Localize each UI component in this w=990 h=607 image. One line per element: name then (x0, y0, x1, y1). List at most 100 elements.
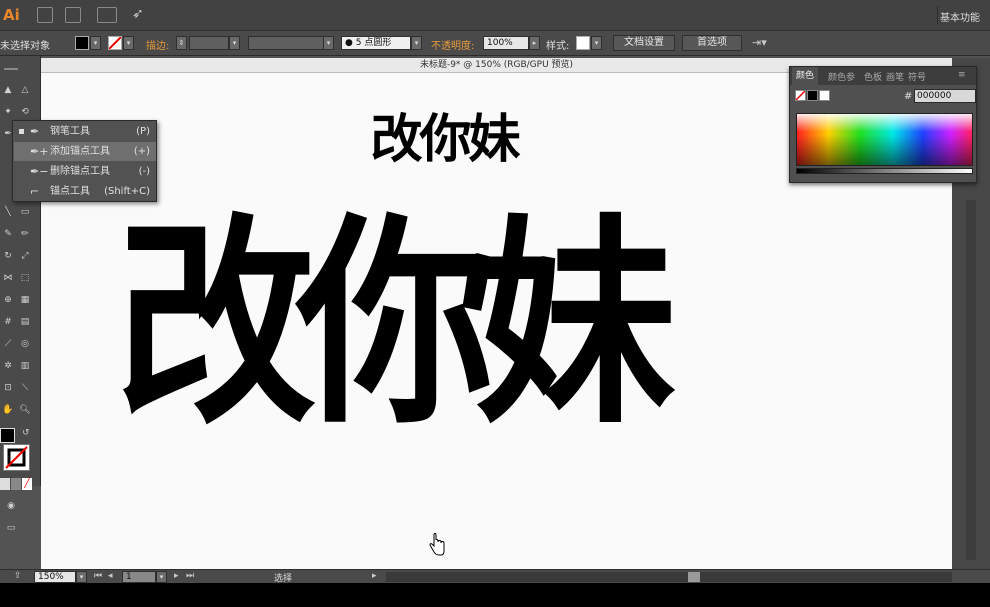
fill-dropdown-icon[interactable]: ▾ (90, 36, 101, 50)
hand-cursor-icon (429, 533, 445, 556)
flyout-item-add-anchor[interactable]: ✒+ 添加锚点工具 (+) (14, 142, 156, 161)
next-artboard-icon[interactable]: ▸ (174, 571, 179, 581)
graphic-style-swatch[interactable] (576, 36, 590, 50)
draw-mode-icon[interactable]: ◉ (4, 500, 18, 512)
rotate-tool-icon[interactable]: ↻ (1, 250, 15, 262)
line-tool-icon[interactable]: ╲ (1, 206, 15, 218)
width-tool-icon[interactable]: ⋈ (1, 272, 15, 284)
tab-color[interactable]: 颜色 (792, 67, 819, 85)
zoom-input[interactable]: 150% (34, 571, 76, 583)
gradient-mode-icon[interactable] (11, 478, 21, 490)
brush-definition-select[interactable]: ● 5 点圆形 (341, 36, 411, 50)
color-white-swatch[interactable] (819, 90, 830, 101)
color-mode-icon[interactable] (0, 478, 10, 490)
horizontal-scrollbar[interactable] (386, 572, 952, 582)
symbol-sprayer-icon[interactable]: ✲ (1, 360, 15, 372)
paintbrush-tool-icon[interactable]: ✎ (1, 228, 15, 240)
gpu-rocket-icon[interactable]: ➶ (132, 6, 144, 22)
opacity-input[interactable]: 100% (483, 36, 529, 50)
color-black-swatch[interactable] (807, 90, 818, 101)
stroke-weight-stepper[interactable]: ⇕ (176, 36, 187, 50)
flyout-item-delete-anchor[interactable]: ✒− 删除锚点工具 (-) (14, 162, 156, 181)
swap-colors-icon[interactable]: ↺ (22, 428, 30, 438)
variable-width-profile[interactable] (248, 36, 334, 50)
rectangle-tool-icon[interactable]: ▭ (18, 206, 32, 218)
direct-selection-tool-icon[interactable]: △ (18, 84, 32, 96)
column-graph-icon[interactable]: ▥ (18, 360, 32, 372)
first-artboard-icon[interactable]: ⏮ (94, 571, 102, 581)
opacity-arrow-icon[interactable]: ▸ (529, 36, 540, 50)
blend-tool-icon[interactable]: ◎ (18, 338, 32, 350)
brush-dot-icon: ● (345, 38, 353, 48)
mesh-tool-icon[interactable]: # (1, 316, 15, 328)
artboard-number-input[interactable]: 1 (122, 571, 156, 583)
free-transform-icon[interactable]: ⬚ (18, 272, 32, 284)
style-label: 样式: (546, 41, 570, 52)
slice-tool-icon[interactable]: ⟍ (18, 382, 32, 394)
pen-icon: ✒ (30, 125, 40, 138)
headline-big-text[interactable]: 改你妹 (62, 180, 710, 470)
none-mode-icon[interactable]: ╱ (22, 478, 32, 490)
stroke-label: 描边: (146, 41, 170, 52)
gradient-tool-icon[interactable]: ▤ (18, 316, 32, 328)
color-spectrum[interactable] (796, 113, 973, 166)
prev-artboard-icon[interactable]: ◂ (108, 571, 113, 581)
magic-wand-icon[interactable]: ✦ (1, 106, 15, 118)
tab-brushes[interactable]: 画笔 (886, 70, 904, 83)
document-setup-button[interactable]: 文档设置 (613, 35, 675, 51)
tab-swatches[interactable]: 色板 (864, 70, 882, 83)
lasso-tool-icon[interactable]: ⟲ (18, 106, 32, 118)
panel-menu-icon[interactable]: ≡ (958, 70, 966, 80)
grayscale-ramp[interactable] (796, 168, 973, 174)
zoom-tool-icon[interactable]: 🔍︎ (18, 404, 32, 416)
artboard-tool-icon[interactable]: ⊡ (1, 382, 15, 394)
workspace-switcher[interactable]: 基本功能 (940, 9, 980, 24)
artboard-dropdown-icon[interactable]: ▾ (156, 571, 167, 583)
stock-button[interactable] (65, 7, 81, 23)
hand-tool-icon[interactable]: ✋ (1, 404, 15, 416)
opacity-label: 不透明度: (431, 41, 475, 52)
screen-mode-icon[interactable]: ▭ (2, 522, 20, 534)
tab-symbols[interactable]: 符号 (908, 70, 926, 83)
control-bar: 未选择对象 ▾ ▾ 描边: ⇕ ▾ ▾ ● 5 点圆形 ▾ 不透明度: 100%… (0, 31, 990, 56)
scale-tool-icon[interactable]: ⤢ (18, 250, 32, 262)
selection-status: 未选择对象 (0, 41, 50, 52)
share-icon[interactable]: ⇪ (14, 571, 22, 581)
headline-small-text[interactable]: 改你妹 (336, 97, 552, 172)
shape-builder-icon[interactable]: ⊕ (1, 294, 15, 306)
stroke-color-box[interactable] (3, 444, 30, 471)
pencil-tool-icon[interactable]: ✏ (18, 228, 32, 240)
active-tool-marker (19, 129, 24, 134)
color-none-icon[interactable] (795, 90, 806, 101)
zoom-dropdown-icon[interactable]: ▾ (76, 571, 87, 583)
color-panel: 颜色 颜色参 色板 画笔 符号 ≡ # 000000 (789, 66, 977, 183)
stroke-weight-dropdown-icon[interactable]: ▾ (229, 36, 240, 50)
arrange-documents-button[interactable] (97, 7, 117, 23)
scroll-thumb[interactable] (688, 572, 700, 582)
tab-color-guide[interactable]: 颜色参 (828, 70, 855, 83)
flyout-item-pen[interactable]: ✒ 钢笔工具 (P) (14, 122, 156, 141)
stroke-dropdown-icon[interactable]: ▾ (123, 36, 134, 50)
illustrator-logo: Ai (3, 6, 20, 24)
fill-swatch[interactable] (75, 36, 89, 50)
style-dropdown-icon[interactable]: ▾ (591, 36, 602, 50)
flyout-item-anchor-point[interactable]: ⌐ 锚点工具 (Shift+C) (14, 182, 156, 201)
brush-dropdown-icon[interactable]: ▾ (411, 36, 422, 50)
perspective-grid-icon[interactable]: ▦ (18, 294, 32, 306)
selection-tool-icon[interactable]: ▲ (1, 84, 15, 96)
hex-input[interactable]: 000000 (914, 89, 976, 103)
vertical-scrollbar[interactable] (966, 200, 976, 560)
arrange-menu-icon[interactable]: ⇥▾ (752, 36, 767, 49)
last-artboard-icon[interactable]: ⏭ (186, 571, 194, 581)
fill-color-box[interactable] (0, 428, 15, 443)
status-menu-icon[interactable]: ▸ (372, 571, 377, 581)
profile-dropdown-icon[interactable]: ▾ (323, 36, 334, 50)
bridge-button[interactable] (37, 7, 53, 23)
divider (937, 6, 938, 24)
delete-anchor-icon: ✒− (30, 165, 49, 178)
panel-grip[interactable] (4, 68, 18, 70)
eyedropper-tool-icon[interactable]: ⟋ (1, 338, 15, 350)
preferences-button[interactable]: 首选项 (682, 35, 742, 51)
stroke-swatch[interactable] (108, 36, 122, 50)
stroke-weight-field[interactable] (189, 36, 229, 50)
